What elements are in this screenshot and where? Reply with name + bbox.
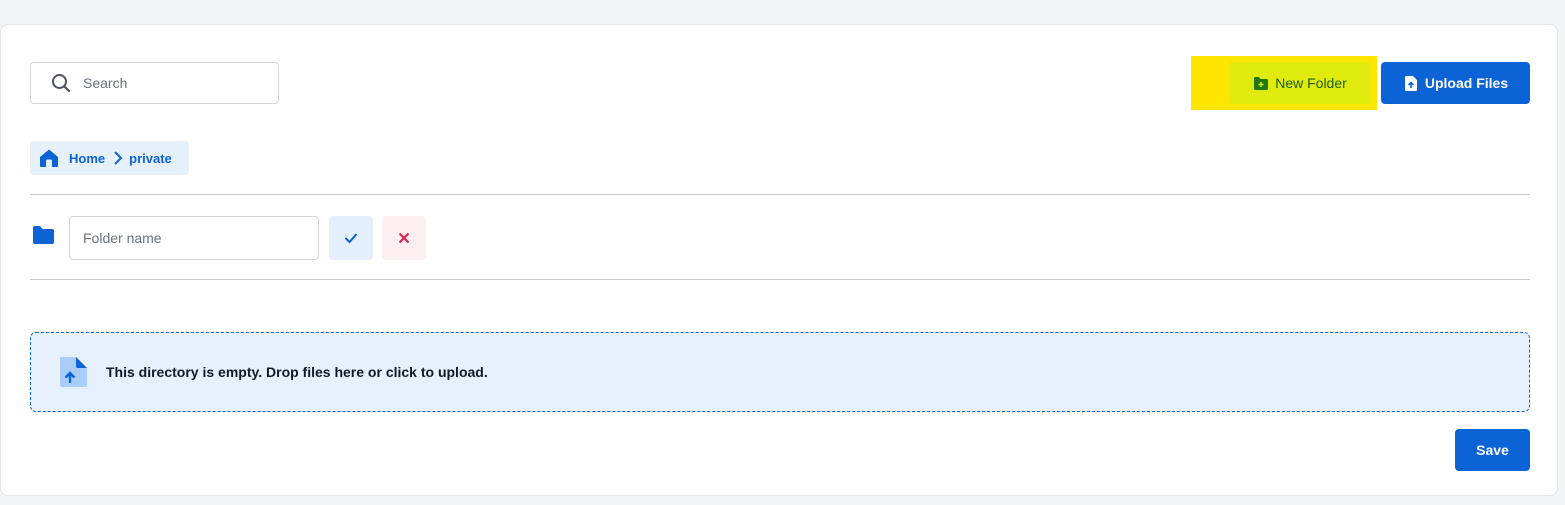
file-upload-icon (1404, 75, 1417, 91)
home-icon[interactable] (38, 148, 60, 168)
folder-plus-icon (1254, 76, 1269, 90)
breadcrumb-home[interactable]: Home (69, 151, 105, 166)
divider-top (30, 194, 1530, 195)
search-icon (52, 74, 71, 93)
new-folder-label: New Folder (1275, 75, 1347, 91)
check-icon (344, 233, 358, 244)
upload-dropzone[interactable]: This directory is empty. Drop files here… (30, 332, 1530, 412)
dropzone-message: This directory is empty. Drop files here… (106, 364, 488, 380)
folder-icon (33, 226, 54, 244)
file-upload-icon (60, 357, 87, 387)
search-box[interactable] (30, 62, 279, 104)
chevron-right-icon (113, 150, 123, 166)
breadcrumb: Home private (30, 141, 189, 175)
save-button[interactable]: Save (1455, 429, 1530, 471)
cancel-folder-button[interactable] (382, 216, 426, 260)
search-input[interactable] (81, 74, 265, 92)
upload-files-button[interactable]: Upload Files (1381, 62, 1530, 104)
folder-name-input[interactable] (69, 216, 319, 260)
file-manager-card: New Folder Upload Files Home private (0, 24, 1558, 496)
new-folder-button[interactable]: New Folder (1229, 62, 1371, 104)
close-icon (398, 232, 410, 244)
breadcrumb-private[interactable]: private (129, 151, 172, 166)
divider-bottom (30, 279, 1530, 280)
upload-files-label: Upload Files (1424, 75, 1509, 91)
confirm-folder-button[interactable] (329, 216, 373, 260)
